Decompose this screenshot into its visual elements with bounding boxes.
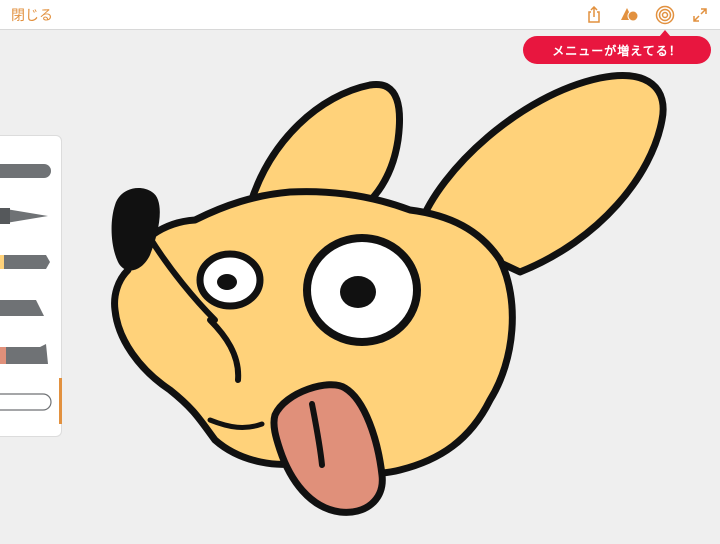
new-menu-tooltip: メニューが増えてる！ <box>523 30 711 64</box>
pen-tool[interactable] <box>0 207 52 229</box>
top-toolbar: 閉じる <box>0 0 720 30</box>
pencil-tool[interactable] <box>0 299 52 321</box>
target-icon[interactable] <box>655 5 675 25</box>
crayon-tool[interactable] <box>0 344 52 368</box>
shapes-icon[interactable] <box>620 5 640 25</box>
share-icon[interactable] <box>584 5 604 25</box>
expand-icon[interactable] <box>690 5 710 25</box>
highlighter-tool[interactable] <box>0 254 52 274</box>
tool-palette <box>0 135 62 437</box>
marker-tool[interactable] <box>0 163 52 183</box>
drawing-canvas[interactable] <box>0 30 720 540</box>
close-button[interactable]: 閉じる <box>11 5 53 25</box>
dog-drawing <box>111 72 667 516</box>
eraser-tool[interactable] <box>0 393 52 415</box>
selected-tool-indicator <box>59 378 62 424</box>
